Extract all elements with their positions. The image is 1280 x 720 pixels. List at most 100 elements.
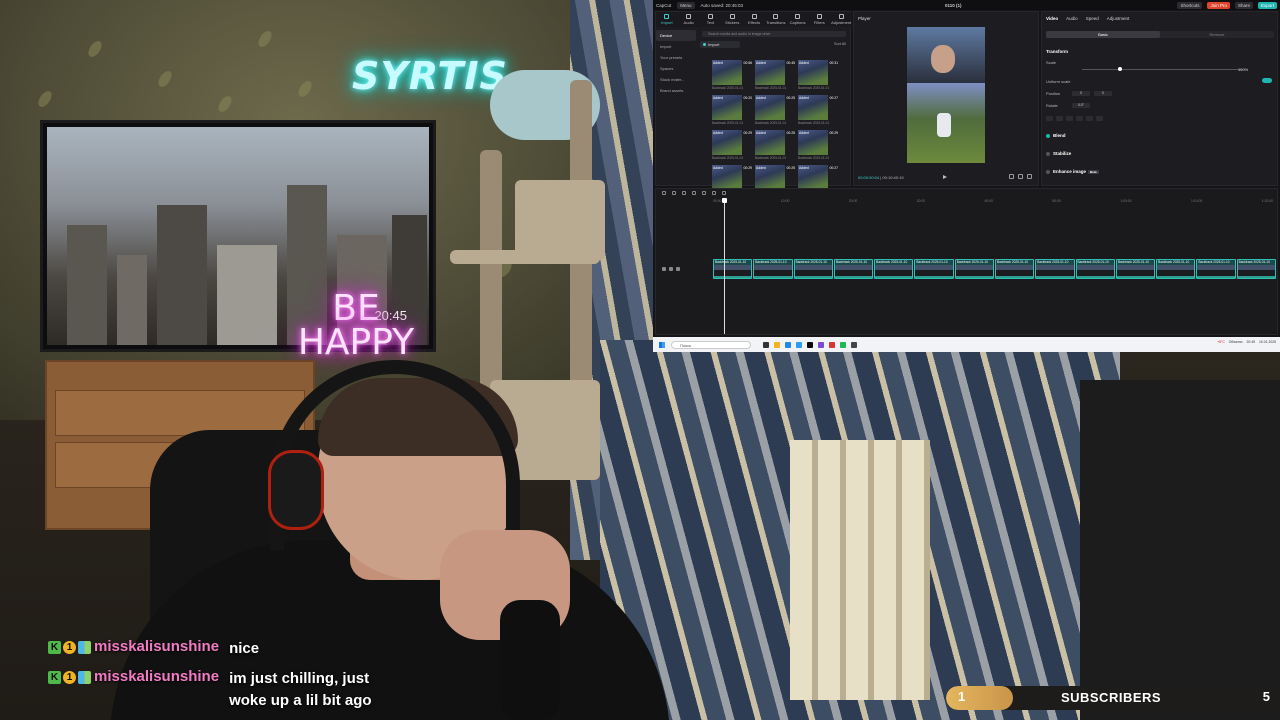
mirror-icon[interactable] [712, 191, 716, 195]
clock-date[interactable]: 10.01.2025 [1259, 340, 1276, 344]
position-x-input[interactable]: 0 [1072, 91, 1090, 96]
menu-button[interactable]: Menu [677, 1, 695, 9]
media-thumbnail[interactable]: Added 00:45 [755, 60, 795, 85]
timeline-clip[interactable]: Backtrack 2025-01-10 [874, 259, 914, 279]
media-thumbnail[interactable]: Added 00:29 [798, 130, 838, 155]
export-button[interactable]: Export [1257, 1, 1277, 9]
windows-start-icon[interactable] [659, 341, 665, 348]
media-thumbnail[interactable]: Added 00:27 [798, 165, 838, 190]
media-item[interactable]: Added 00:29 Backtrack 2025-01-01 [712, 130, 752, 160]
media-side-item[interactable]: Your presets [656, 52, 696, 63]
timeline-clip[interactable]: Backtrack 2025-01-10 [833, 259, 874, 279]
rotate-input[interactable]: 0.0° [1072, 103, 1090, 108]
timeline-clip[interactable]: Backtrack 2025-01-10 [1075, 259, 1115, 279]
edge-icon[interactable] [785, 341, 791, 348]
media-item[interactable]: Added 00:56 Backtrack 2025-01-01 [712, 60, 752, 90]
tool-import[interactable]: Import [656, 12, 678, 27]
split-icon[interactable] [682, 191, 686, 195]
play-icon[interactable] [943, 175, 947, 179]
timeline-clip[interactable]: Backtrack 2025-01-10 [914, 259, 954, 279]
media-thumbnail[interactable]: Added 00:56 [712, 60, 752, 85]
tool-stickers[interactable]: Stickers [721, 12, 743, 27]
media-side-item[interactable]: Import [656, 41, 696, 52]
media-side-item[interactable]: Spaces [656, 63, 696, 74]
weather-temp[interactable]: +8°C [1217, 340, 1225, 344]
ratio-icon[interactable] [1018, 174, 1023, 179]
task-view-icon[interactable] [763, 341, 769, 348]
crop-icon[interactable] [702, 191, 706, 195]
tab-video[interactable]: Video [1046, 16, 1058, 21]
media-thumbnail[interactable]: Added 00:29 [712, 165, 752, 190]
rotate-icon[interactable] [722, 191, 726, 195]
tool-adjustment[interactable]: Adjustment [830, 12, 852, 27]
taskbar-search-input[interactable]: Поиск [671, 340, 751, 349]
media-side-item[interactable]: Device [656, 30, 696, 41]
media-item[interactable]: Added 00:31 Backtrack 2025-01-01 [798, 60, 838, 90]
media-item[interactable]: Added 00:45 Backtrack 2025-01-01 [755, 60, 795, 90]
tool-text[interactable]: Text [700, 12, 722, 27]
delete-icon[interactable] [692, 191, 696, 195]
eye-icon[interactable] [669, 267, 673, 271]
position-y-input[interactable]: 0 [1094, 91, 1112, 96]
timeline-clip[interactable]: Backtrack 2025-01-10 [713, 259, 753, 279]
scale-slider[interactable] [1082, 67, 1242, 71]
timeline-clip[interactable]: Backtrack 2025-01-10 [1236, 259, 1276, 279]
media-thumbnail[interactable]: Added 00:27 [798, 95, 838, 120]
app-icon[interactable] [851, 341, 857, 348]
align-icon[interactable] [1046, 116, 1053, 121]
discord-icon[interactable] [818, 341, 824, 348]
player-preview[interactable] [907, 27, 985, 163]
enhance-section[interactable]: Enhance image Beta [1046, 169, 1099, 174]
shortcuts-button[interactable]: Shortcuts [1177, 1, 1203, 9]
media-thumbnail[interactable]: Added 00:25 [755, 95, 795, 120]
share-button[interactable]: Share [1234, 1, 1253, 9]
lock-icon[interactable] [662, 267, 666, 271]
blend-check-icon[interactable] [1046, 133, 1050, 138]
tool-audio[interactable]: Audio [678, 12, 700, 27]
playhead[interactable] [722, 198, 727, 334]
undo-icon[interactable] [662, 191, 666, 195]
stabilize-check-icon[interactable] [1046, 151, 1050, 156]
timeline-clip[interactable]: Backtrack 2025-01-10 [1196, 259, 1236, 279]
spotify-icon[interactable] [840, 341, 846, 348]
media-item[interactable]: Added 00:25 Backtrack 2025-01-01 [755, 130, 795, 160]
media-search-input[interactable]: Search media and audio in image drive [702, 31, 846, 37]
tab-adjustment[interactable]: Adjustment [1107, 16, 1130, 21]
capcut-icon[interactable] [807, 341, 813, 348]
uniform-scale-toggle[interactable] [1262, 78, 1272, 83]
tool-filters[interactable]: Filters [808, 12, 830, 27]
media-side-item[interactable]: Stock mater... [656, 74, 696, 85]
tool-transitions[interactable]: Transitions [765, 12, 787, 27]
join-pro-button[interactable]: Join Pro [1207, 1, 1230, 9]
media-side-item[interactable]: Brand assets [656, 85, 696, 96]
media-item[interactable]: Added 00:29 Backtrack 2025-01-01 [798, 130, 838, 160]
timeline-clip[interactable]: Backtrack 2025-01-10 [954, 259, 994, 279]
align-icon[interactable] [1066, 116, 1073, 121]
stabilize-section[interactable]: Stabilize [1046, 151, 1071, 156]
media-thumbnail[interactable]: Added 00:25 [755, 165, 795, 190]
obs-icon[interactable] [829, 341, 835, 348]
clock-time[interactable]: 20:45 [1247, 340, 1256, 344]
timeline-clip[interactable]: Backtrack 2025-01-10 [793, 259, 833, 279]
tab-basic[interactable]: Basic [1046, 31, 1160, 38]
media-thumbnail[interactable]: Added 00:20 [712, 95, 752, 120]
timeline-clip[interactable]: Backtrack 2025-01-10 [1156, 259, 1196, 279]
enhance-check-icon[interactable] [1046, 169, 1050, 174]
timeline-clip[interactable]: Backtrack 2025-01-10 [1035, 259, 1075, 279]
media-thumbnail[interactable]: Added 00:29 [712, 130, 752, 155]
media-thumbnail[interactable]: Added 00:31 [798, 60, 838, 85]
media-item[interactable]: Added 00:27 Backtrack 2025-01-01 [798, 95, 838, 125]
fullscreen-icon[interactable] [1009, 174, 1014, 179]
timeline-clip[interactable]: Backtrack 2025-01-10 [753, 259, 793, 279]
align-icon[interactable] [1076, 116, 1083, 121]
media-sort[interactable]: Sort All [834, 42, 846, 46]
timeline-clip[interactable]: Backtrack 2025-01-10 [994, 259, 1035, 279]
media-thumbnail[interactable]: Added 00:25 [755, 130, 795, 155]
tool-effects[interactable]: Effects [743, 12, 765, 27]
tab-remove[interactable]: Remove [1160, 31, 1274, 38]
timeline-clip[interactable]: Backtrack 2025-01-10 [1115, 259, 1156, 279]
tab-audio[interactable]: Audio [1066, 16, 1078, 21]
file-explorer-icon[interactable] [774, 341, 780, 348]
tool-captions[interactable]: Captions [787, 12, 809, 27]
import-button[interactable]: Import [700, 41, 740, 48]
